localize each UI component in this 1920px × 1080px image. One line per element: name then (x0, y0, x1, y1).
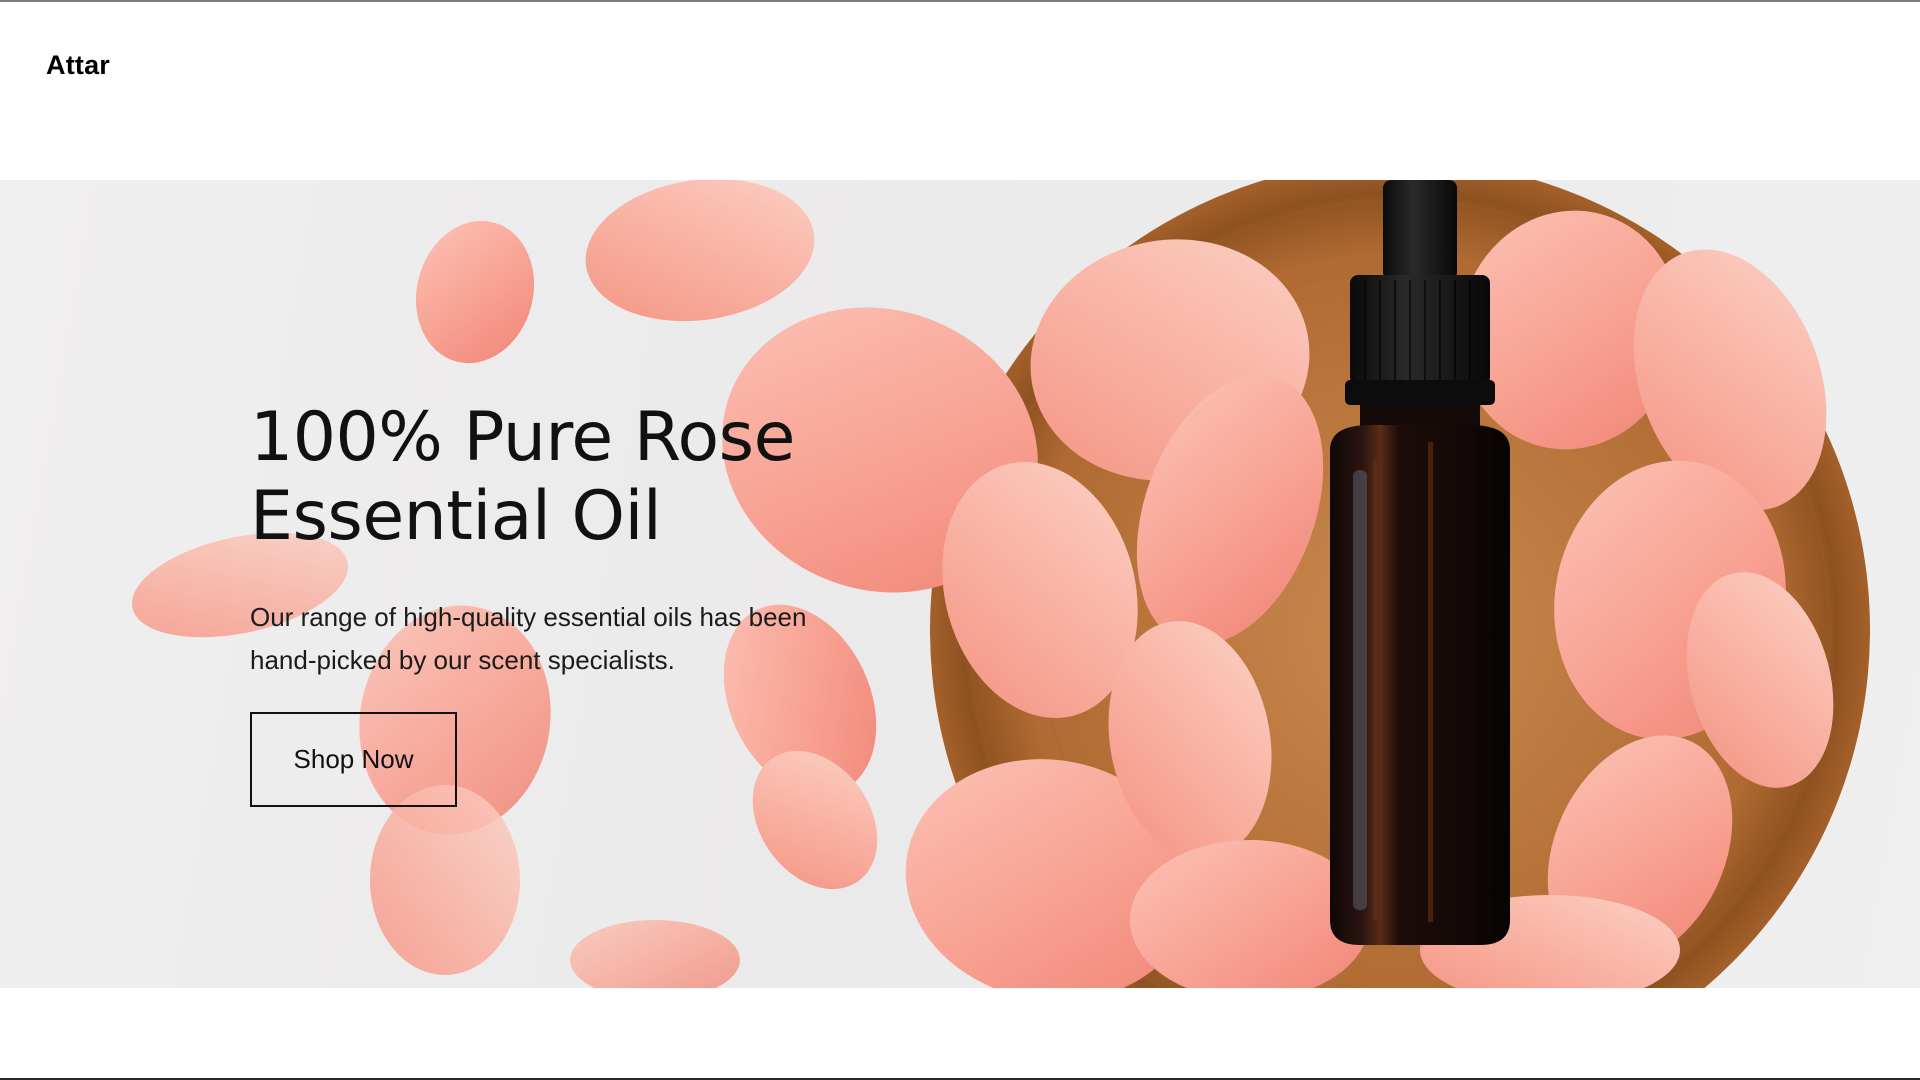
hero-description-line2: hand-picked by our scent specialists. (250, 645, 675, 675)
hero-description: Our range of high-quality essential oils… (250, 596, 970, 682)
hero-title-line2: Essential Oil (250, 477, 662, 556)
site-header: Attar (0, 2, 1920, 180)
hero-description-line1: Our range of high-quality essential oils… (250, 602, 807, 632)
hero-title-line1: 100% Pure Rose (250, 398, 795, 477)
hero-content: 100% Pure Rose Essential Oil Our range o… (250, 398, 970, 807)
petal (570, 920, 740, 988)
bottle-dropper-top (1383, 180, 1457, 280)
hero-banner: 100% Pure Rose Essential Oil Our range o… (0, 180, 1920, 988)
hero-title: 100% Pure Rose Essential Oil (250, 398, 970, 556)
petal (415, 220, 535, 364)
shop-now-button[interactable]: Shop Now (250, 712, 457, 807)
petal (585, 180, 815, 322)
brand-logo[interactable]: Attar (46, 50, 110, 81)
petal (370, 785, 520, 975)
